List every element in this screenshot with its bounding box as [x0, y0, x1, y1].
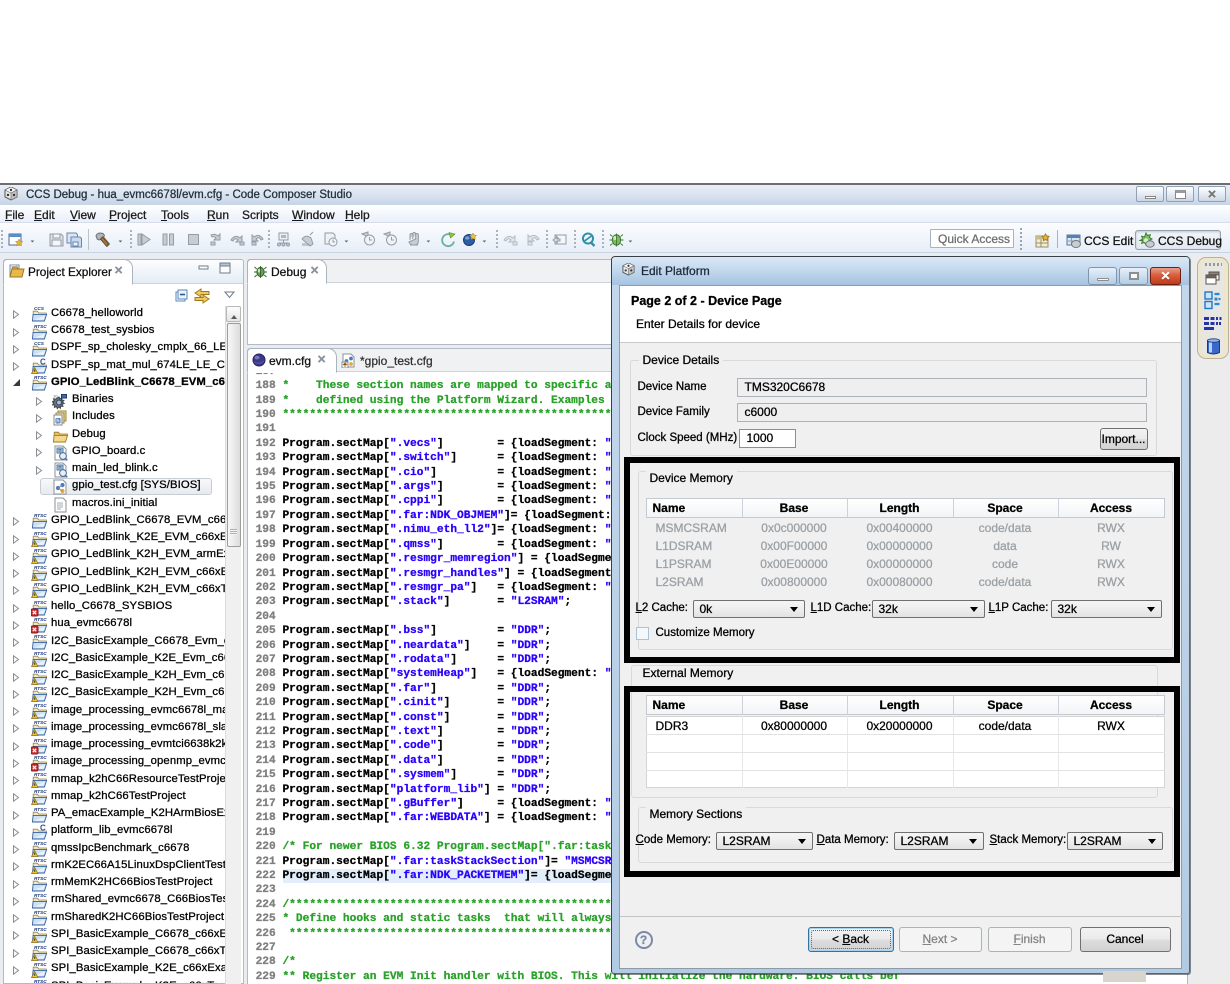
- svg-text:RTSC: RTSC: [34, 737, 47, 742]
- svg-text:C: C: [40, 823, 46, 832]
- svg-text:RTSC: RTSC: [34, 979, 47, 983]
- svg-text:RTSC: RTSC: [34, 755, 47, 760]
- svg-text:RTSC: RTSC: [34, 703, 47, 708]
- svg-text:RTSC: RTSC: [34, 858, 47, 863]
- svg-text:RTSC: RTSC: [34, 565, 47, 570]
- svg-text:RTSC: RTSC: [34, 582, 47, 587]
- svg-text:RTSC: RTSC: [34, 944, 47, 949]
- svg-text:RTSC: RTSC: [34, 875, 47, 880]
- svg-text:RTSC: RTSC: [34, 513, 47, 518]
- svg-text:RTSC: RTSC: [34, 634, 47, 639]
- svg-text:C: C: [40, 358, 46, 367]
- svg-text:RTSC: RTSC: [34, 927, 47, 932]
- svg-text:RTSC: RTSC: [34, 323, 47, 328]
- svg-text:RTSC: RTSC: [34, 668, 47, 673]
- svg-text:RTSC: RTSC: [34, 720, 47, 725]
- svg-text:RTSC: RTSC: [34, 962, 47, 967]
- svg-text:RTSC: RTSC: [34, 617, 47, 622]
- svg-text:RTSC: RTSC: [34, 772, 47, 777]
- svg-text:CCS: CCS: [34, 341, 45, 346]
- svg-text:RTSC: RTSC: [34, 789, 47, 794]
- svg-text:RTSC: RTSC: [34, 806, 47, 811]
- svg-text:RTSC: RTSC: [34, 893, 47, 898]
- svg-text:CCS: CCS: [34, 306, 45, 311]
- svg-text:RTSC: RTSC: [34, 910, 47, 915]
- svg-text:RTSC: RTSC: [34, 686, 47, 691]
- svg-text:RTSC: RTSC: [34, 530, 47, 535]
- svg-text:RTSC: RTSC: [34, 841, 47, 846]
- svg-text:RTSC: RTSC: [34, 375, 47, 380]
- svg-text:RTSC: RTSC: [34, 599, 47, 604]
- svg-text:RTSC: RTSC: [34, 651, 47, 656]
- svg-text:RTSC: RTSC: [34, 548, 47, 553]
- svg-text:10: 10: [53, 394, 58, 399]
